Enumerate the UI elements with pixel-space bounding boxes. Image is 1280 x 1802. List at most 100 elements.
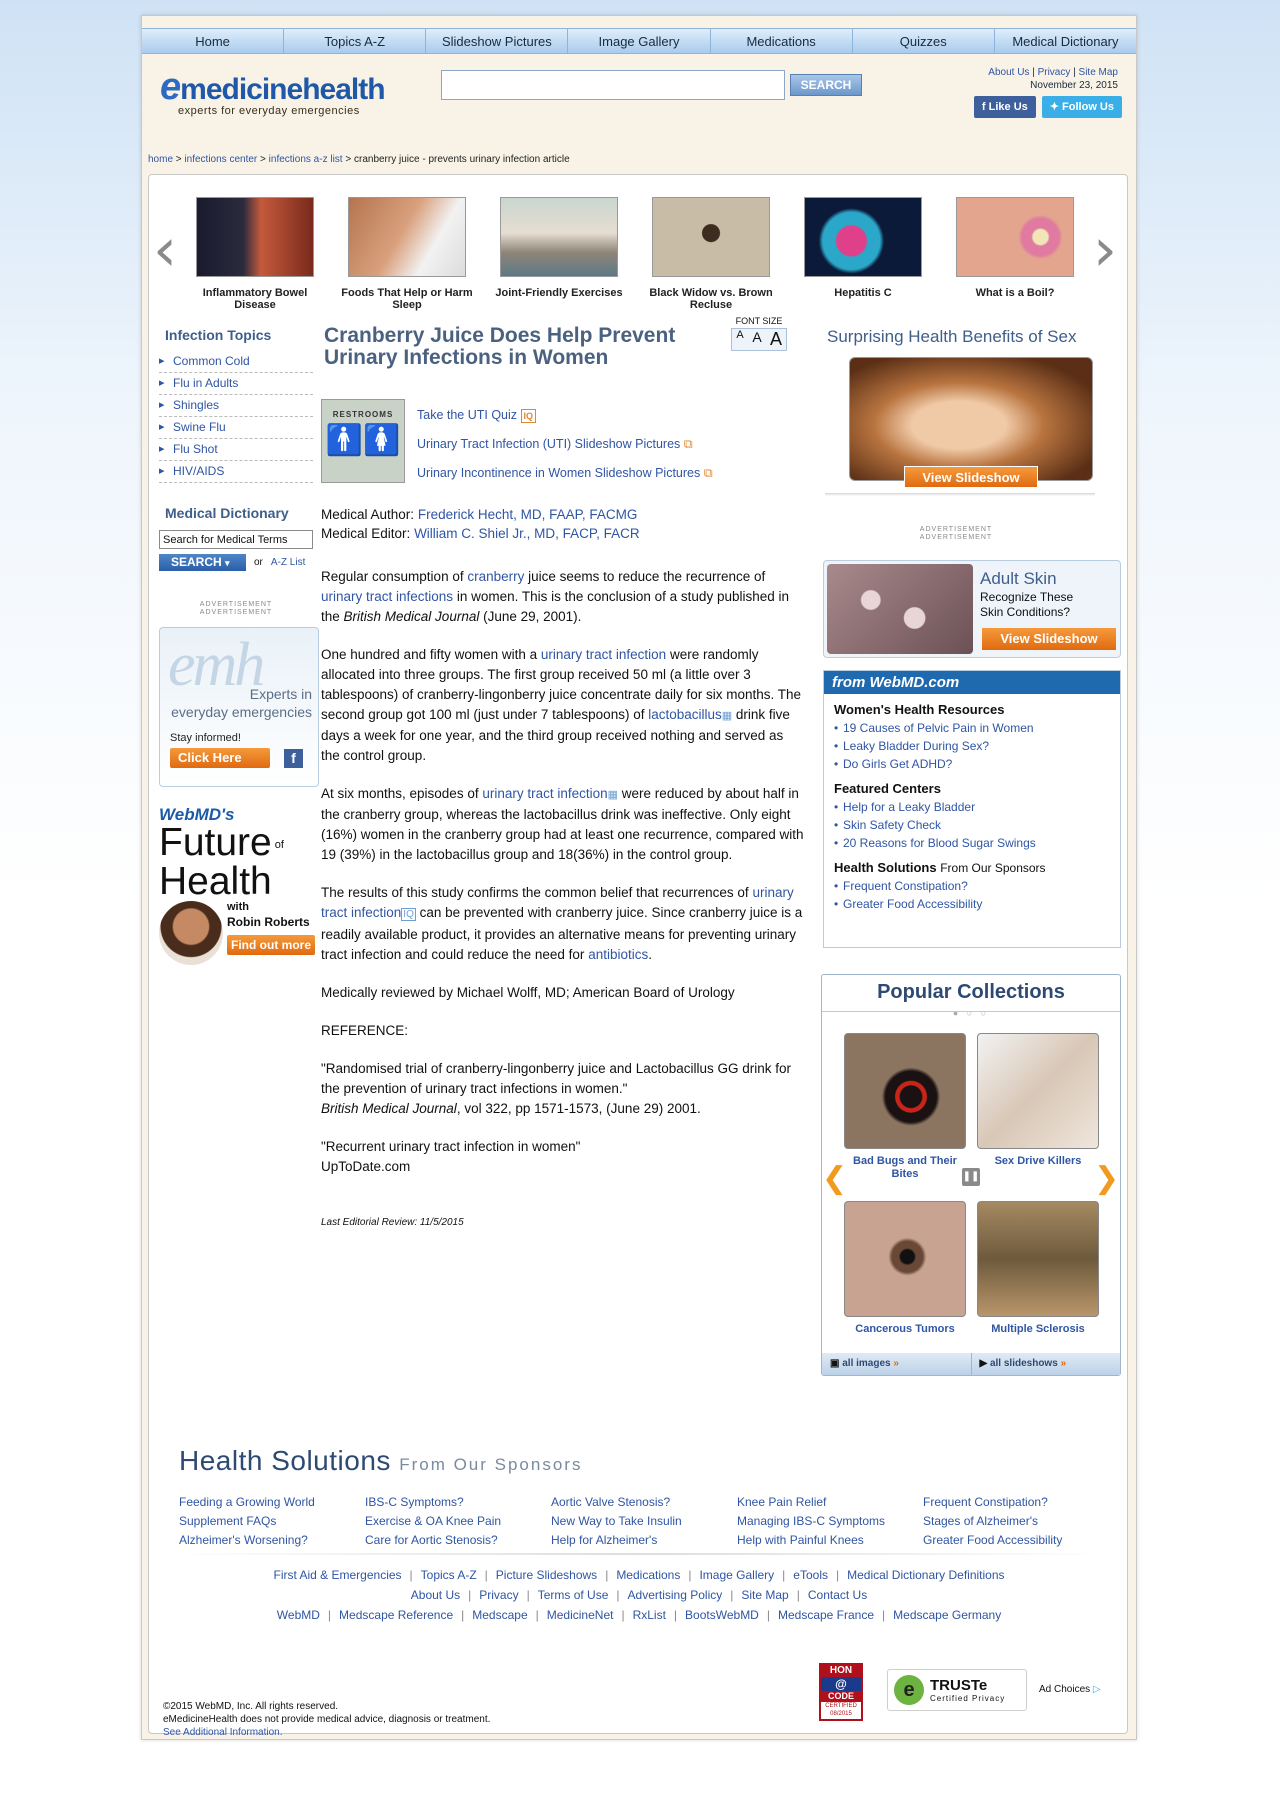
- site-search-input[interactable]: [441, 70, 785, 100]
- nav-quizzes[interactable]: Quizzes: [853, 29, 995, 53]
- sex-drive-killers-label[interactable]: Sex Drive Killers: [977, 1155, 1099, 1168]
- footer-link[interactable]: Picture Slideshows: [496, 1568, 597, 1582]
- topic-label[interactable]: Swine Flu: [173, 420, 226, 434]
- sponsor-link[interactable]: Care for Aortic Stenosis?: [365, 1531, 501, 1550]
- footer-link[interactable]: Contact Us: [808, 1588, 867, 1602]
- uti-link[interactable]: urinary tract infection: [541, 647, 666, 662]
- webmd-ad-find-out-more[interactable]: Find out more: [227, 935, 315, 955]
- sponsor-link[interactable]: Frequent Constipation?: [834, 877, 1120, 895]
- bad-bugs-thumbnail[interactable]: [844, 1033, 966, 1149]
- nav-medications[interactable]: Medications: [711, 29, 853, 53]
- nav-topics-az[interactable]: Topics A-Z: [284, 29, 427, 53]
- webmd-link[interactable]: Leaky Bladder During Sex?: [834, 737, 1120, 755]
- sponsor-link[interactable]: Feeding a Growing World: [179, 1493, 315, 1512]
- carousel-item[interactable]: Foods That Help or Harm Sleep: [337, 197, 477, 311]
- carousel-prev-arrow-icon[interactable]: ‹: [153, 215, 177, 285]
- sex-benefits-title[interactable]: Surprising Health Benefits of Sex: [821, 327, 1091, 347]
- ad-choices-link[interactable]: Ad Choices ▷: [1039, 1684, 1101, 1695]
- footer-link[interactable]: Topics A-Z: [421, 1568, 477, 1582]
- footer-link[interactable]: Advertising Policy: [628, 1588, 723, 1602]
- emh-ad[interactable]: emh Experts in everyday emergencies Stay…: [159, 627, 319, 787]
- additional-info-link[interactable]: See Additional Information.: [163, 1727, 283, 1738]
- font-size-large-button[interactable]: A: [766, 329, 786, 350]
- webmd-link[interactable]: Help for a Leaky Bladder: [834, 798, 1120, 816]
- topic-link[interactable]: Swine Flu: [159, 417, 313, 439]
- sponsor-link[interactable]: Knee Pain Relief: [737, 1493, 885, 1512]
- sponsor-link[interactable]: Alzheimer's Worsening?: [179, 1531, 315, 1550]
- medical-author-link[interactable]: Frederick Hecht, MD, FAAP, FACMG: [418, 507, 638, 522]
- webmd-link[interactable]: Skin Safety Check: [834, 816, 1120, 834]
- sponsor-link[interactable]: Help for Alzheimer's: [551, 1531, 682, 1550]
- adult-skin-ad[interactable]: Adult Skin Recognize These Skin Conditio…: [823, 560, 1121, 658]
- carousel-item[interactable]: Joint-Friendly Exercises: [489, 197, 629, 299]
- hon-code-badge[interactable]: HON @ CODE CERTIFIED 08/2015: [819, 1663, 863, 1721]
- cancerous-tumors-thumbnail[interactable]: [844, 1201, 966, 1317]
- sex-drive-killers-thumbnail[interactable]: [977, 1033, 1099, 1149]
- topic-label[interactable]: Flu Shot: [173, 442, 218, 456]
- truste-badge[interactable]: e TRUSTe Certified Privacy: [887, 1669, 1027, 1711]
- all-images-link[interactable]: ▣ all images »: [822, 1353, 972, 1375]
- multiple-sclerosis-label[interactable]: Multiple Sclerosis: [977, 1323, 1099, 1336]
- sponsor-link[interactable]: Exercise & OA Knee Pain: [365, 1512, 501, 1531]
- footer-link[interactable]: Privacy: [479, 1588, 518, 1602]
- carousel-item[interactable]: What is a Boil?: [945, 197, 1085, 299]
- site-map-link[interactable]: Site Map: [1079, 67, 1118, 78]
- footer-link[interactable]: Medical Dictionary Definitions: [847, 1568, 1004, 1582]
- footer-link[interactable]: Medscape France: [778, 1608, 874, 1622]
- footer-link[interactable]: Medications: [616, 1568, 680, 1582]
- footer-link[interactable]: Medscape Germany: [893, 1608, 1001, 1622]
- adult-skin-view-slideshow[interactable]: View Slideshow: [982, 628, 1116, 650]
- sponsor-link[interactable]: New Way to Take Insulin: [551, 1512, 682, 1531]
- site-search-button[interactable]: SEARCH: [790, 74, 862, 96]
- facebook-icon[interactable]: f: [284, 749, 303, 768]
- webmd-link[interactable]: 20 Reasons for Blood Sugar Swings: [834, 834, 1120, 852]
- carousel-item[interactable]: Inflammatory Bowel Disease: [185, 197, 325, 311]
- footer-link[interactable]: BootsWebMD: [685, 1608, 759, 1622]
- sponsor-link[interactable]: Supplement FAQs: [179, 1512, 315, 1531]
- font-size-medium-button[interactable]: A: [748, 329, 766, 350]
- webmd-future-health-ad[interactable]: WebMD's Future of Health with Robin Rober…: [159, 805, 319, 975]
- sponsor-link[interactable]: Greater Food Accessibility: [923, 1531, 1062, 1550]
- uti-link[interactable]: urinary tract infections: [321, 589, 453, 604]
- carousel-dots[interactable]: ● ○ ○: [822, 1008, 1120, 1018]
- az-list-link[interactable]: A-Z List: [271, 557, 305, 568]
- topic-link[interactable]: Common Cold: [159, 351, 313, 373]
- breadcrumb-home[interactable]: home: [148, 154, 173, 165]
- lactobacillus-link[interactable]: lactobacillus: [648, 707, 722, 722]
- breadcrumb-infections-center[interactable]: infections center: [184, 154, 257, 165]
- nav-medical-dictionary[interactable]: Medical Dictionary: [995, 29, 1136, 53]
- nav-slideshow-pictures[interactable]: Slideshow Pictures: [426, 29, 569, 53]
- footer-link[interactable]: Medscape Reference: [339, 1608, 453, 1622]
- topic-link[interactable]: HIV/AIDS: [159, 461, 313, 483]
- sponsor-link[interactable]: Greater Food Accessibility: [834, 895, 1120, 913]
- footer-link[interactable]: About Us: [411, 1588, 460, 1602]
- topic-label[interactable]: Shingles: [173, 398, 219, 412]
- sponsor-link[interactable]: Managing IBS-C Symptoms: [737, 1512, 885, 1531]
- footer-link[interactable]: Image Gallery: [699, 1568, 774, 1582]
- carousel-item[interactable]: Hepatitis C: [793, 197, 933, 299]
- footer-link[interactable]: Terms of Use: [538, 1588, 609, 1602]
- collections-next-arrow-icon[interactable]: ❯: [1094, 1161, 1119, 1196]
- sponsor-link[interactable]: Frequent Constipation?: [923, 1493, 1062, 1512]
- footer-link[interactable]: First Aid & Emergencies: [273, 1568, 401, 1582]
- webmd-link[interactable]: 19 Causes of Pelvic Pain in Women: [834, 719, 1120, 737]
- footer-link[interactable]: Site Map: [741, 1588, 788, 1602]
- medical-editor-link[interactable]: William C. Shiel Jr., MD, FACP, FACR: [414, 526, 640, 541]
- sponsor-link[interactable]: Help with Painful Knees: [737, 1531, 885, 1550]
- topic-label[interactable]: Common Cold: [173, 354, 250, 368]
- cancerous-tumors-label[interactable]: Cancerous Tumors: [844, 1323, 966, 1336]
- cranberry-link[interactable]: cranberry: [467, 569, 524, 584]
- dictionary-search-input[interactable]: [159, 530, 313, 549]
- view-slideshow-button[interactable]: View Slideshow: [904, 466, 1038, 488]
- webmd-link[interactable]: Do Girls Get ADHD?: [834, 755, 1120, 773]
- footer-link[interactable]: RxList: [633, 1608, 666, 1622]
- sponsor-link[interactable]: IBS-C Symptoms?: [365, 1493, 501, 1512]
- about-us-link[interactable]: About Us: [988, 67, 1029, 78]
- topic-label[interactable]: HIV/AIDS: [173, 464, 224, 478]
- sponsor-link[interactable]: Stages of Alzheimer's: [923, 1512, 1062, 1531]
- all-slideshows-link[interactable]: ▶ all slideshows »: [972, 1353, 1121, 1375]
- carousel-next-arrow-icon[interactable]: ›: [1093, 215, 1117, 285]
- footer-link[interactable]: Medscape: [472, 1608, 527, 1622]
- footer-link[interactable]: MedicineNet: [547, 1608, 614, 1622]
- pause-icon[interactable]: ❚❚: [962, 1168, 980, 1186]
